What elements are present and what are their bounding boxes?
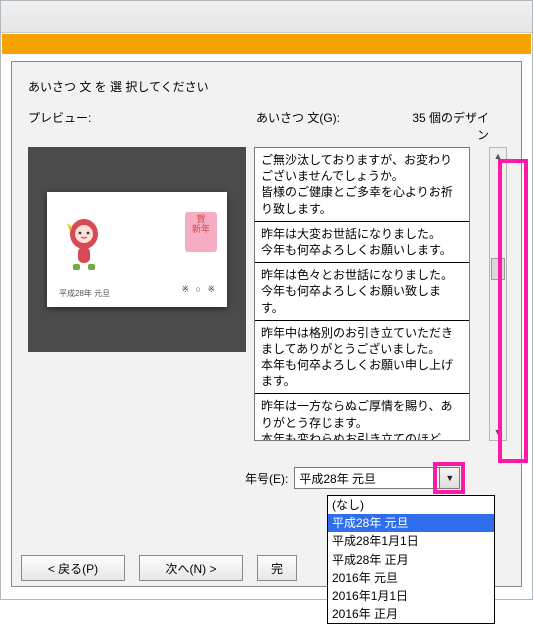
finish-button[interactable]: 完 xyxy=(257,555,297,581)
titlebar xyxy=(1,1,532,33)
scroll-thumb[interactable] xyxy=(491,258,505,280)
greeting-label: あいさつ 文(G): xyxy=(256,109,406,143)
era-option[interactable]: 2016年1月1日 xyxy=(328,587,494,605)
instruction-text: あいさつ 文 を 選 択してください xyxy=(28,78,507,95)
preview-box: 賀 新年 ※ ○ ※ 平成28年 元旦 xyxy=(28,147,246,352)
era-dropdown-list[interactable]: (なし) 平成28年 元旦 平成28年1月1日 平成28年 正月 2016年 元… xyxy=(327,495,495,624)
stamp-graphic: 賀 新年 xyxy=(185,212,217,252)
labels-row: プレビュー: あいさつ 文(G): 35 個のデザイン xyxy=(28,109,507,143)
back-button[interactable]: < 戻る(P) xyxy=(21,555,125,581)
greeting-list[interactable]: ご無沙汰しておりますが、お変わりございませんでしょうか。皆様のご健康とご多幸を心… xyxy=(254,147,470,441)
list-item[interactable]: ご無沙汰しておりますが、お変わりございませんでしょうか。皆様のご健康とご多幸を心… xyxy=(255,148,469,222)
era-option[interactable]: 平成28年 正月 xyxy=(328,551,494,569)
header-band xyxy=(2,34,531,54)
list-item[interactable]: 昨年は色々とお世話になりました。今年も何卒よろしくお願い致します。 xyxy=(255,263,469,321)
card-year: 平成28年 元旦 xyxy=(59,288,110,299)
era-select[interactable]: 平成28年 元旦 ▼ xyxy=(294,467,460,489)
dropdown-button[interactable]: ▼ xyxy=(439,468,459,488)
scroll-down-icon[interactable]: ▼ xyxy=(490,424,506,440)
card-decor: ※ ○ ※ xyxy=(181,284,217,295)
list-item[interactable]: 昨年中は格別のお引き立ていただきましてありがとうございました。本年も何卒よろしく… xyxy=(255,321,469,395)
era-selected-value: 平成28年 元旦 xyxy=(299,470,376,487)
list-item[interactable]: 昨年は大変お世話になりました。今年も何卒よろしくお願いします。 xyxy=(255,222,469,263)
era-option[interactable]: 平成28年 元旦 xyxy=(328,514,494,532)
stamp-line2: 新年 xyxy=(185,225,217,235)
era-label: 年号(E): xyxy=(245,470,288,487)
mascot-icon xyxy=(61,214,107,272)
scrollbar[interactable]: ▲ ▼ xyxy=(489,147,507,441)
scroll-up-icon[interactable]: ▲ xyxy=(490,148,506,164)
preview-label: プレビュー: xyxy=(28,109,256,143)
era-option[interactable]: (なし) xyxy=(328,496,494,514)
era-row: 年号(E): 平成28年 元旦 ▼ xyxy=(245,467,460,489)
list-item[interactable]: 昨年は一方ならぬご厚情を賜り、ありがとう存じます。本年も変わらぬお引き立てのほど xyxy=(255,394,469,441)
app-window: あいさつ 文 を 選 択してください プレビュー: あいさつ 文(G): 35 … xyxy=(0,0,533,600)
chevron-down-icon: ▼ xyxy=(445,473,454,483)
era-option[interactable]: 平成28年1月1日 xyxy=(328,532,494,550)
wizard-buttons: < 戻る(P) 次へ(N) > 完 xyxy=(21,555,297,581)
design-count: 35 個のデザイン xyxy=(406,109,507,143)
greeting-list-wrap: ご無沙汰しておりますが、お変わりございませんでしょうか。皆様のご健康とご多幸を心… xyxy=(254,147,507,441)
next-button[interactable]: 次へ(N) > xyxy=(139,555,243,581)
preview-card: 賀 新年 ※ ○ ※ 平成28年 元旦 xyxy=(47,192,227,307)
era-option[interactable]: 2016年 正月 xyxy=(328,605,494,623)
era-option[interactable]: 2016年 元旦 xyxy=(328,569,494,587)
